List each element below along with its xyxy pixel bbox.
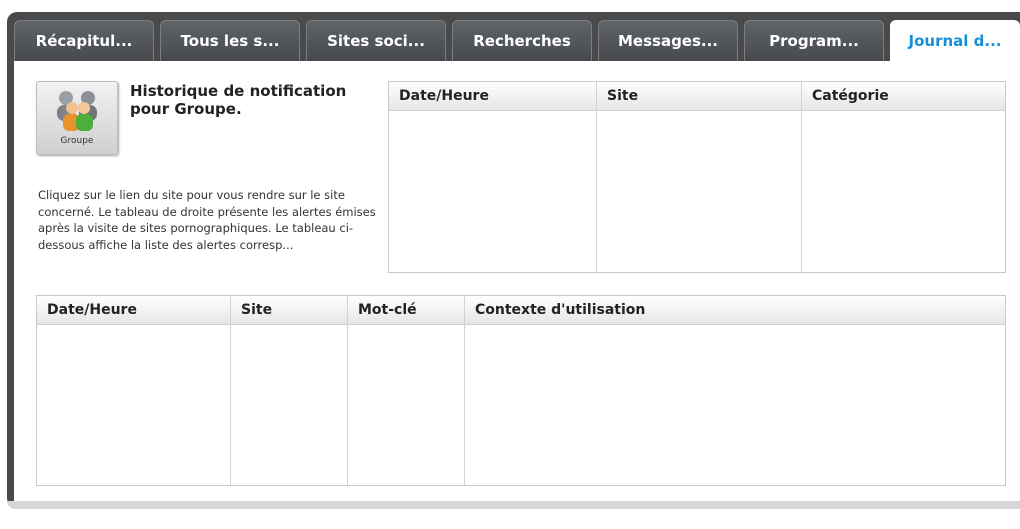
keywords-table-header: Date/Heure Site Mot-clé Contexte d'utili… — [37, 296, 1005, 325]
tab-recherches[interactable]: Recherches — [452, 20, 592, 61]
description-text: Cliquez sur le lien du site pour vous re… — [38, 188, 376, 252]
tab-messages[interactable]: Messages... — [598, 20, 738, 61]
group-caption: Groupe — [60, 136, 94, 146]
column-header-date-heure[interactable]: Date/Heure — [389, 82, 597, 110]
column-header-site[interactable]: Site — [597, 82, 802, 110]
page-title: Historique de notification pour Groupe. — [130, 82, 347, 118]
column-header-categorie[interactable]: Catégorie — [802, 82, 1007, 110]
column-header-mot-cle[interactable]: Mot-clé — [348, 296, 465, 324]
tab-journal[interactable]: Journal d... — [890, 20, 1020, 61]
alerts-table-header: Date/Heure Site Catégorie — [389, 82, 1005, 111]
tab-bar: Récapitul... Tous les s... Sites soci...… — [14, 20, 1020, 61]
column-divider — [596, 82, 597, 272]
column-divider — [801, 82, 802, 272]
content-panel: Groupe Historique de notification pour G… — [14, 61, 1020, 501]
column-header-date-heure[interactable]: Date/Heure — [37, 296, 231, 324]
group-tile[interactable]: Groupe — [36, 81, 118, 155]
column-divider — [230, 296, 231, 485]
tab-recapitulatif[interactable]: Récapitul... — [14, 20, 154, 61]
tab-tous-les-sites[interactable]: Tous les s... — [160, 20, 300, 61]
column-header-contexte[interactable]: Contexte d'utilisation — [465, 296, 1005, 324]
tab-sites-sociaux[interactable]: Sites soci... — [306, 20, 446, 61]
column-header-site[interactable]: Site — [231, 296, 348, 324]
group-icon — [57, 91, 97, 131]
keywords-table: Date/Heure Site Mot-clé Contexte d'utili… — [36, 295, 1006, 486]
column-divider — [347, 296, 348, 485]
column-divider — [464, 296, 465, 485]
window-bottom-edge — [7, 501, 1020, 509]
tab-programmes[interactable]: Program... — [744, 20, 884, 61]
alerts-table: Date/Heure Site Catégorie — [388, 81, 1006, 273]
